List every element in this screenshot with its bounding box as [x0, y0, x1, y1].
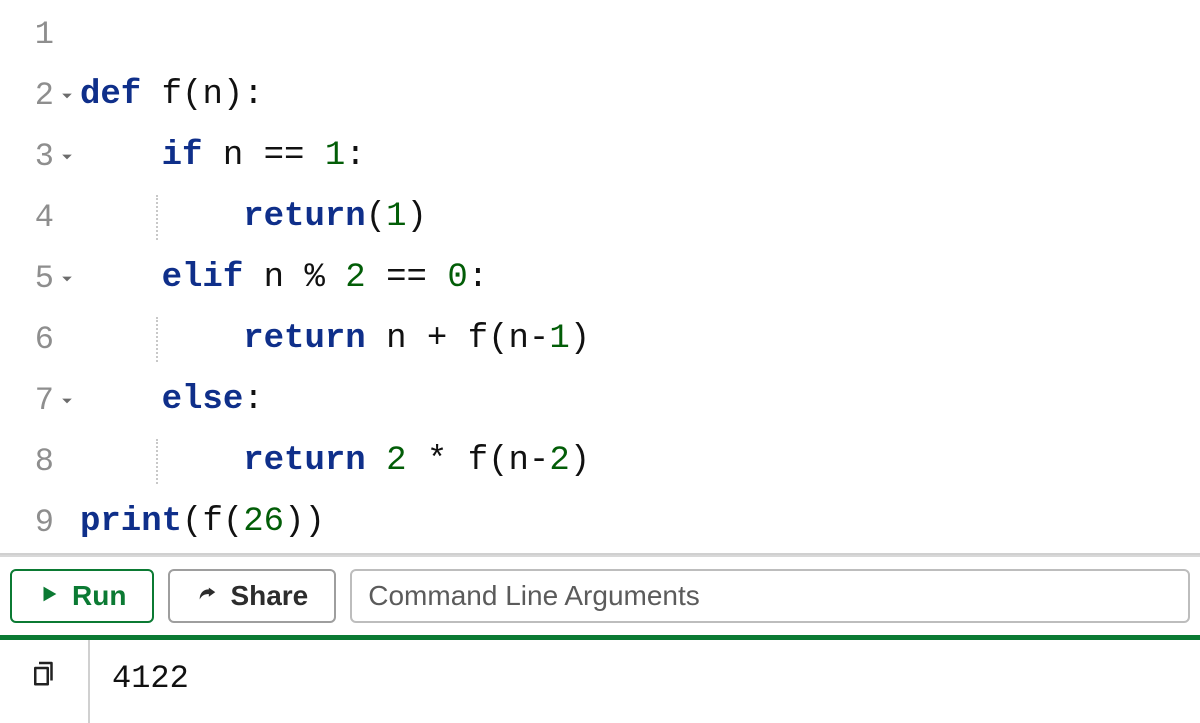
line-number: 1	[35, 4, 54, 65]
chevron-down-icon[interactable]	[60, 90, 74, 102]
line-number: 3	[35, 126, 54, 187]
line-number: 6	[35, 309, 54, 370]
share-icon	[196, 580, 218, 612]
code-line[interactable]: 1	[0, 4, 1200, 65]
gutter: 7	[0, 370, 80, 431]
code-content[interactable]: def f(n):	[80, 65, 1200, 126]
chevron-down-icon[interactable]	[60, 273, 74, 285]
code-line[interactable]: 6 return n + f(n-1)	[0, 309, 1200, 370]
line-number: 9	[35, 492, 54, 553]
indent-guide	[156, 317, 158, 362]
code-line[interactable]: 4 return(1)	[0, 187, 1200, 248]
code-content[interactable]: print(f(26))	[80, 492, 1200, 553]
code-line[interactable]: 9 print(f(26))	[0, 492, 1200, 553]
gutter: 6	[0, 309, 80, 370]
line-number: 5	[35, 248, 54, 309]
gutter: 9	[0, 492, 80, 553]
gutter: 2	[0, 65, 80, 126]
share-button-label: Share	[230, 580, 308, 612]
gutter: 1	[0, 4, 80, 65]
gutter: 4	[0, 187, 80, 248]
line-number: 7	[35, 370, 54, 431]
copy-icon[interactable]	[29, 658, 59, 693]
code-content[interactable]: return(1)	[80, 187, 1200, 248]
code-content[interactable]: else:	[80, 370, 1200, 431]
code-line[interactable]: 8 return 2 * f(n-2)	[0, 431, 1200, 492]
cli-args-input[interactable]	[350, 569, 1190, 623]
output-text: 4122	[90, 640, 1200, 723]
output-sidebar	[0, 640, 90, 723]
toolbar: Run Share	[0, 555, 1200, 640]
indent-guide	[156, 439, 158, 484]
code-content[interactable]: if n == 1:	[80, 126, 1200, 187]
chevron-down-icon[interactable]	[60, 395, 74, 407]
code-editor[interactable]: 12def f(n):3 if n == 1:4 return(1)5 elif…	[0, 0, 1200, 555]
line-number: 4	[35, 187, 54, 248]
line-number: 2	[35, 65, 54, 126]
line-number: 8	[35, 431, 54, 492]
gutter: 8	[0, 431, 80, 492]
code-line[interactable]: 2 def f(n):	[0, 65, 1200, 126]
output-panel: 4122	[0, 640, 1200, 723]
chevron-down-icon[interactable]	[60, 151, 74, 163]
indent-guide	[156, 195, 158, 240]
code-line[interactable]: 3 if n == 1:	[0, 126, 1200, 187]
code-line[interactable]: 7 else:	[0, 370, 1200, 431]
play-icon	[38, 580, 60, 612]
code-content[interactable]: elif n % 2 == 0:	[80, 248, 1200, 309]
run-button-label: Run	[72, 580, 126, 612]
gutter: 5	[0, 248, 80, 309]
code-content[interactable]: return n + f(n-1)	[80, 309, 1200, 370]
share-button[interactable]: Share	[168, 569, 336, 623]
gutter: 3	[0, 126, 80, 187]
code-line[interactable]: 5 elif n % 2 == 0:	[0, 248, 1200, 309]
run-button[interactable]: Run	[10, 569, 154, 623]
code-content[interactable]: return 2 * f(n-2)	[80, 431, 1200, 492]
